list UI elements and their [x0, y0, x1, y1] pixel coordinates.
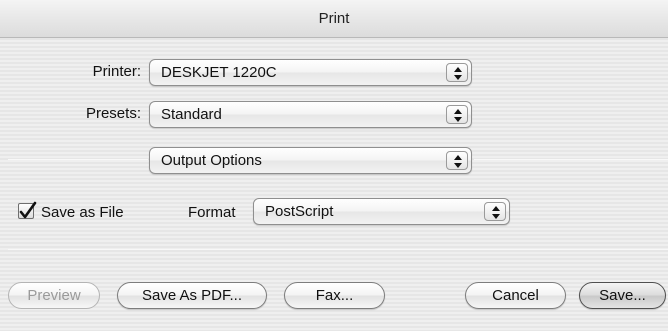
printer-popup[interactable]: DESKJET 1220C — [149, 59, 472, 86]
save-button[interactable]: Save... — [579, 282, 666, 309]
separator-bottom — [8, 249, 668, 250]
format-label: Format — [188, 204, 236, 221]
printer-value: DESKJET 1220C — [161, 64, 277, 81]
presets-value: Standard — [161, 106, 222, 123]
up-down-arrows-icon — [484, 202, 506, 221]
format-popup[interactable]: PostScript — [253, 198, 510, 225]
format-value: PostScript — [265, 203, 334, 220]
preview-button[interactable]: Preview — [8, 282, 100, 309]
presets-popup[interactable]: Standard — [149, 101, 472, 128]
up-down-arrows-icon — [446, 151, 468, 170]
save-as-file-checkbox[interactable] — [18, 201, 37, 219]
save-as-file-label[interactable]: Save as File — [41, 204, 124, 221]
printer-label: Printer: — [92, 63, 141, 80]
pane-popup[interactable]: Output Options — [149, 147, 472, 174]
save-as-pdf-button[interactable]: Save As PDF... — [117, 282, 267, 309]
up-down-arrows-icon — [446, 63, 468, 82]
presets-label: Presets: — [85, 105, 141, 122]
print-dialog: Print Printer: DESKJET 1220C Presets: St… — [0, 0, 668, 331]
separator-right — [474, 159, 668, 160]
separator-left — [8, 159, 148, 160]
cancel-button[interactable]: Cancel — [465, 282, 566, 309]
window-title: Print — [0, 0, 668, 38]
fax-button[interactable]: Fax... — [284, 282, 385, 309]
pane-value: Output Options — [161, 152, 262, 169]
up-down-arrows-icon — [446, 105, 468, 124]
checkmark-icon — [19, 201, 37, 219]
